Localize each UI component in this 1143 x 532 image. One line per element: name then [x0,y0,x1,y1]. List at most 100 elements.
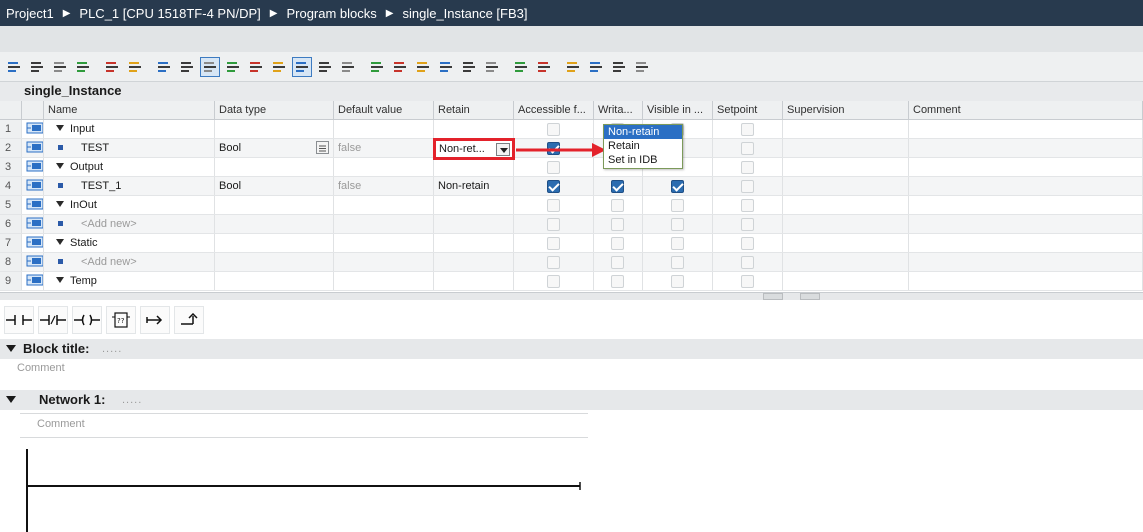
checkbox[interactable] [546,123,560,136]
close-branch-icon[interactable] [174,306,204,334]
column-header[interactable]: Retain [434,101,514,119]
snapshot-icon[interactable] [609,57,629,77]
checkbox[interactable] [740,161,754,174]
block-title-value[interactable]: ..... [102,343,122,355]
open-branch-icon[interactable] [140,306,170,334]
collapse-icon[interactable] [73,57,93,77]
data-type-cell[interactable] [215,120,334,138]
supervision-cell[interactable] [783,120,909,138]
checkbox[interactable] [670,275,684,288]
table-row[interactable]: 5 InOut [0,196,1143,215]
name-cell[interactable]: InOut [44,196,215,214]
column-header[interactable]: Comment [909,101,1143,119]
checkbox[interactable] [740,256,754,269]
supervision-cell[interactable] [783,253,909,271]
expand-arrow-icon[interactable] [56,125,64,132]
checkbox[interactable] [546,199,560,212]
indent-icon[interactable] [511,57,531,77]
checkbox[interactable] [740,199,754,212]
empty-box-icon[interactable]: ?? [106,306,136,334]
coil-icon[interactable] [72,306,102,334]
bookmark-prev-icon[interactable] [534,57,554,77]
expand-arrow-icon[interactable] [56,201,64,208]
comment-cell[interactable] [909,177,1143,195]
column-header-blank[interactable] [0,101,22,119]
checkbox[interactable] [546,256,560,269]
default-value-cell[interactable] [334,158,434,176]
align-left-icon[interactable] [459,57,479,77]
data-type-cell[interactable] [215,158,334,176]
table-row[interactable]: 1 Input [0,120,1143,139]
breadcrumb-program-blocks[interactable]: Program blocks [286,6,376,21]
checkbox[interactable] [670,199,684,212]
supervision-cell[interactable] [783,158,909,176]
menu-item-set-in-idb[interactable]: Set in IDB [604,153,682,167]
default-value-cell[interactable]: false [334,139,434,157]
data-type-cell[interactable] [215,196,334,214]
name-cell[interactable]: <Add new> [44,253,215,271]
supervision-cell[interactable] [783,177,909,195]
type-picker-icon[interactable] [316,141,329,154]
block-title-section[interactable]: Block title: ..... [0,339,1143,359]
detail-view-icon[interactable] [154,57,174,77]
comment-cell[interactable] [909,253,1143,271]
compile-icon[interactable] [413,57,433,77]
checkbox[interactable] [740,237,754,250]
supervision-cell[interactable] [783,215,909,233]
checkbox[interactable] [611,256,624,269]
normally-closed-contact-icon[interactable] [38,306,68,334]
checkbox[interactable] [740,218,754,231]
supervision-cell[interactable] [783,196,909,214]
supervision-cell[interactable] [783,272,909,290]
menu-item-retain[interactable]: Retain [604,139,682,153]
checkbox[interactable] [611,237,624,250]
retain-cell[interactable]: Non-retain [434,177,514,195]
monitor-icon[interactable] [102,57,122,77]
select-all-icon[interactable] [292,56,312,77]
move-down-icon[interactable] [223,57,243,77]
expand-icon[interactable] [50,57,70,77]
default-value-cell[interactable] [334,234,434,252]
default-value-cell[interactable] [334,253,434,271]
column-header[interactable]: Supervision [783,101,909,119]
network-comment[interactable]: Comment [37,418,85,430]
data-type-cell[interactable] [215,215,334,233]
column-header-blank[interactable] [22,101,44,119]
default-value-cell[interactable] [334,215,434,233]
block-comment[interactable]: Comment [17,362,65,374]
data-type-cell[interactable]: Bool [215,177,334,195]
comment-cell[interactable] [909,158,1143,176]
checkbox[interactable] [611,275,624,288]
column-header[interactable]: Visible in ... [643,101,713,119]
retain-cell[interactable] [434,215,514,233]
checkbox[interactable] [670,180,684,193]
comment-toggle-icon[interactable] [200,56,220,77]
grid-view-icon[interactable] [177,57,197,77]
dropdown-arrow-icon[interactable] [496,143,510,156]
retain-cell[interactable] [434,234,514,252]
checkbox[interactable] [546,237,560,250]
horizontal-scrollbar[interactable] [0,292,1143,300]
table-row[interactable]: 6 <Add new> [0,215,1143,234]
checkbox[interactable] [611,218,624,231]
insert-row-icon[interactable] [4,57,24,77]
network-insert-icon[interactable] [338,57,358,77]
default-value-cell[interactable]: false [334,177,434,195]
compare-icon[interactable] [586,57,606,77]
checkbox[interactable] [740,142,754,155]
default-value-cell[interactable] [334,196,434,214]
column-header[interactable]: Accessible f... [514,101,594,119]
breadcrumb-project[interactable]: Project1 [6,6,54,21]
checkbox[interactable] [740,123,754,136]
data-type-cell[interactable] [215,253,334,271]
delete-row-icon[interactable] [27,57,47,77]
column-header[interactable]: Default value [334,101,434,119]
data-type-cell[interactable] [215,234,334,252]
name-cell[interactable]: <Add new> [44,215,215,233]
scroll-up-icon[interactable] [763,293,783,300]
name-cell[interactable]: Temp [44,272,215,290]
retain-cell[interactable] [434,272,514,290]
block-lock-icon[interactable] [632,57,652,77]
reference-icon[interactable] [390,57,410,77]
checkbox[interactable] [611,199,624,212]
